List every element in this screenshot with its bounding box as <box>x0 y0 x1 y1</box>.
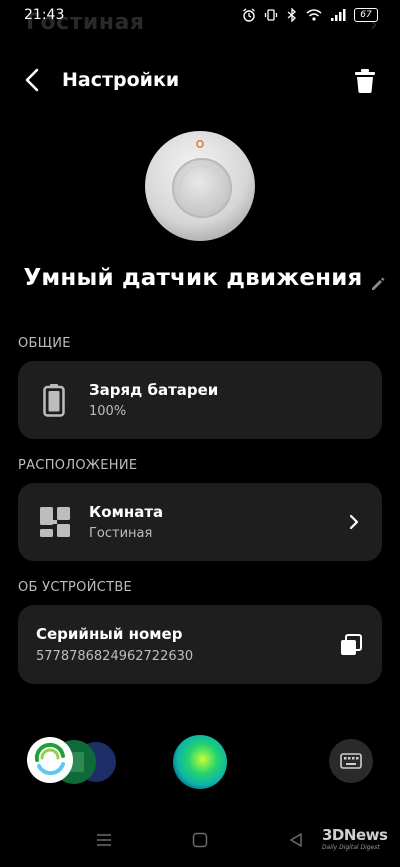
signal-icon <box>331 9 346 21</box>
back-arrow-icon[interactable] <box>20 66 44 94</box>
assistant-apps-icon[interactable] <box>26 736 118 788</box>
room-layout-icon <box>40 507 70 537</box>
device-name: Умный датчик движения <box>0 265 400 291</box>
watermark: 3DNews Daily Digital Digest <box>322 826 388 851</box>
copy-icon[interactable] <box>340 634 362 656</box>
room-card[interactable]: Комната Гостиная <box>18 483 382 561</box>
system-icons: 67 <box>242 8 378 22</box>
keyboard-icon[interactable] <box>328 738 374 784</box>
serial-card: Серийный номер 5778786824962722630 <box>18 605 382 684</box>
serial-title: Серийный номер <box>36 625 183 643</box>
vibrate-icon <box>264 9 278 21</box>
wifi-icon <box>306 9 322 21</box>
watermark-subtitle: Daily Digital Digest <box>322 844 380 851</box>
back-nav-icon[interactable] <box>288 832 304 848</box>
battery-icon <box>43 384 65 417</box>
pencil-icon[interactable] <box>370 276 386 292</box>
battery-title: Заряд батареи <box>89 381 219 399</box>
status-bar: Гостиная › 21:43 67 <box>0 0 400 36</box>
trash-icon[interactable] <box>354 68 376 94</box>
battery-card: Заряд батареи 100% <box>18 361 382 439</box>
page-title: Настройки <box>62 69 180 91</box>
home-nav-icon[interactable] <box>192 832 208 848</box>
room-value: Гостиная <box>89 526 153 541</box>
battery-value: 100% <box>89 404 127 419</box>
bluetooth-icon <box>287 8 296 22</box>
room-title: Комната <box>89 503 164 521</box>
chevron-right-icon <box>349 514 359 530</box>
battery-indicator: 67 <box>354 8 378 22</box>
assistant-bar <box>0 730 400 794</box>
serial-value: 5778786824962722630 <box>36 649 194 664</box>
section-label-general: ОБЩИЕ <box>18 336 71 351</box>
device-name-text: Умный датчик движения <box>23 265 363 291</box>
watermark-title: 3DNews <box>322 826 388 844</box>
voice-assistant-orb-icon[interactable] <box>172 734 228 790</box>
status-time: 21:43 <box>24 7 65 23</box>
alarm-icon <box>243 8 255 22</box>
section-label-location: РАСПОЛОЖЕНИЕ <box>18 458 138 473</box>
menu-nav-icon[interactable] <box>96 832 112 848</box>
header: Настройки <box>0 60 400 100</box>
section-label-about: ОБ УСТРОЙСТВЕ <box>18 580 133 595</box>
motion-sensor-image <box>145 131 255 241</box>
